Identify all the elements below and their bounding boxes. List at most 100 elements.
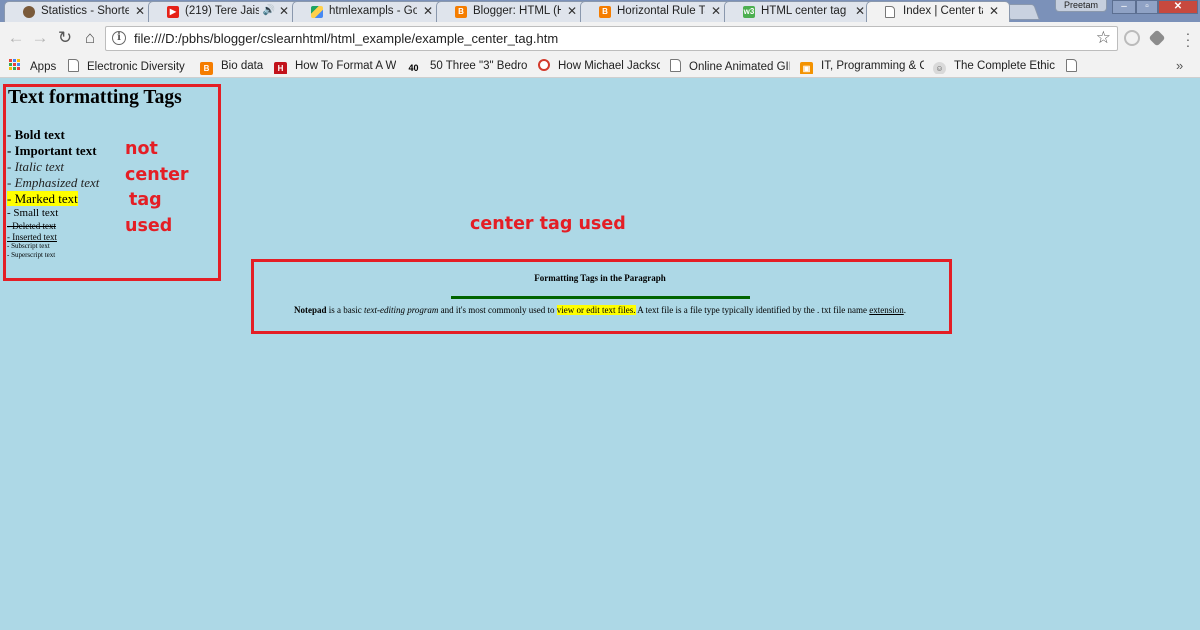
bookmark-animated-gif[interactable]: Online Animated GIF — [670, 59, 790, 74]
bookmark-label: IT, Programming & C — [821, 60, 924, 72]
blogger-favicon: B — [455, 6, 467, 18]
bold-text-item: - Bold text — [7, 127, 65, 142]
bookmark-bio-data[interactable]: B Bio data — [200, 59, 264, 75]
tab-title: HTML center tag — [761, 5, 847, 17]
page-icon — [68, 59, 79, 72]
bookmark-untitled[interactable] — [1066, 59, 1085, 74]
bookmark-label: Apps — [30, 61, 57, 73]
maximize-button[interactable]: ▫ — [1136, 0, 1158, 14]
tab-title: htmlexampls - Google — [329, 5, 417, 17]
more-bookmarks-icon[interactable]: » — [1176, 58, 1183, 73]
bookmark-label: 50 Three "3" Bedroo — [430, 60, 528, 72]
close-icon[interactable]: ✕ — [989, 4, 999, 18]
emphasized-text-item: - Emphasized text — [7, 175, 100, 190]
close-icon[interactable]: ✕ — [135, 4, 145, 18]
minimize-button[interactable]: – — [1112, 0, 1136, 14]
close-icon[interactable]: ✕ — [423, 4, 433, 18]
tab-horizontal-rule[interactable]: B Horizontal Rule Tag ✕ — [580, 1, 732, 22]
bookmark-label: The Complete Ethica — [954, 60, 1055, 72]
page-heading: Text formatting Tags — [8, 87, 182, 108]
forward-arrow-icon[interactable]: → — [30, 28, 50, 48]
tab-title: Index | Center tag — [903, 5, 983, 17]
bookmark-it-programming[interactable]: ▣ IT, Programming & C — [800, 59, 924, 74]
paragraph-title: Formatting Tags in the Paragraph — [534, 273, 666, 283]
bookmark-apps[interactable]: Apps — [9, 59, 56, 74]
horizontal-rule — [451, 296, 750, 299]
tab-youtube[interactable]: ▶ (219) Tere Jaisa 🔊 ✕ — [148, 1, 300, 22]
annotation-center-tag-used: center tag used — [470, 214, 626, 234]
tab-title: Statistics - Shorte.st — [41, 5, 129, 17]
w3schools-favicon: w3 — [743, 6, 755, 18]
audio-icon[interactable]: 🔊 — [263, 5, 275, 16]
extension-cube-icon[interactable] — [1148, 29, 1166, 47]
page-favicon — [885, 6, 895, 18]
home-icon[interactable]: ⌂ — [80, 28, 100, 48]
bookmark-star-icon[interactable]: ☆ — [1096, 28, 1111, 48]
page-icon — [1066, 59, 1077, 72]
bookmark-label: Bio data — [221, 60, 264, 72]
bookmark-label: Online Animated GIF — [689, 61, 790, 73]
tab-center-tag-active[interactable]: Index | Center tag ✕ — [866, 1, 1010, 22]
bookmark-bedroom[interactable]: 40 50 Three "3" Bedroo — [405, 59, 528, 74]
user-profile-badge[interactable]: Preetam — [1055, 0, 1107, 12]
statistics-favicon — [23, 6, 35, 18]
blogger-favicon: B — [599, 6, 611, 18]
annotation-center: center — [125, 165, 189, 185]
paragraph-text: . — [903, 305, 906, 315]
apps-grid-icon — [9, 59, 22, 72]
close-icon[interactable]: ✕ — [567, 4, 577, 18]
youtube-favicon: ▶ — [167, 6, 179, 18]
close-icon[interactable]: ✕ — [279, 4, 289, 18]
marked-text: - Marked text — [7, 191, 78, 206]
reload-icon[interactable]: ↻ — [55, 28, 75, 48]
annotation-not: not — [125, 139, 158, 159]
tab-blogger-html[interactable]: B Blogger: HTML (Hy ✕ — [436, 1, 588, 22]
tab-w3schools[interactable]: w3 HTML center tag ✕ — [724, 1, 876, 22]
bookmark-electronic-diversity[interactable]: Electronic Diversity \ — [68, 59, 188, 74]
round-logo-icon — [538, 59, 550, 71]
subscript-text-item: - Subscript text — [7, 242, 50, 250]
close-icon[interactable]: ✕ — [711, 4, 721, 18]
back-arrow-icon[interactable]: ← — [6, 28, 26, 48]
info-icon[interactable]: i — [112, 31, 126, 45]
tab-title: Blogger: HTML (Hy — [473, 5, 561, 17]
window-close-button[interactable]: ✕ — [1158, 0, 1198, 14]
tab-google-drive[interactable]: htmlexampls - Google ✕ — [292, 1, 444, 22]
underlined-word: extension — [869, 305, 904, 315]
close-icon[interactable]: ✕ — [855, 4, 865, 18]
bookmark-label: How To Format A W — [295, 60, 396, 72]
bookmark-ethical[interactable]: ☺ The Complete Ethica — [933, 59, 1055, 74]
blogger-icon: B — [200, 62, 213, 75]
tab-title: (219) Tere Jaisa — [185, 5, 259, 17]
extension-circle-icon[interactable] — [1124, 30, 1140, 46]
annotation-used: used — [125, 216, 173, 236]
menu-dots-icon[interactable]: · · · — [1185, 26, 1191, 52]
marked-phrase: view or edit text files. — [556, 305, 636, 315]
tab-title: Horizontal Rule Tag — [617, 5, 705, 17]
address-bar[interactable]: i file:///D:/pbhs/blogger/cslearnhtml/ht… — [105, 26, 1118, 51]
paragraph-text: A text file is a file type typically ide… — [635, 305, 870, 315]
centered-paragraph: Notepad is a basic text-editing program … — [0, 305, 1200, 315]
page-icon — [670, 59, 681, 72]
person-icon: ☺ — [933, 62, 946, 74]
page-content: Text formatting Tags - Bold text - Impor… — [0, 79, 1200, 630]
superscript-text-item: - Superscript text — [7, 251, 56, 259]
italic-text-item: - Italic text — [7, 159, 65, 174]
annotation-tag: tag — [129, 190, 162, 210]
marked-text-item: - Marked text — [7, 191, 78, 207]
inserted-text-item: - Inserted text — [7, 232, 57, 242]
small-text-item: - Small text — [7, 207, 59, 219]
bookmark-michael-jackson[interactable]: How Michael Jackso — [538, 59, 660, 74]
bookmarks-bar: Apps Electronic Diversity \ B Bio data HH… — [0, 55, 1200, 78]
google-drive-favicon — [311, 6, 323, 18]
bookmark-label: Electronic Diversity \ — [87, 61, 188, 73]
url-text[interactable]: file:///D:/pbhs/blogger/cslearnhtml/html… — [134, 31, 558, 46]
tab-strip: Statistics - Shorte.st ✕ ▶ (219) Tere Ja… — [0, 0, 1200, 22]
browser-toolbar: ← → ↻ ⌂ i file:///D:/pbhs/blogger/cslear… — [0, 22, 1200, 55]
tab-statistics[interactable]: Statistics - Shorte.st ✕ — [4, 1, 156, 22]
paragraph-text: and it's most commonly used to — [438, 305, 557, 315]
bookmark-format[interactable]: H How To Format A W — [274, 59, 396, 74]
bookmark-label: How Michael Jackso — [558, 60, 660, 72]
orange-icon: ▣ — [800, 62, 813, 74]
bold-word: Notepad — [294, 305, 327, 315]
